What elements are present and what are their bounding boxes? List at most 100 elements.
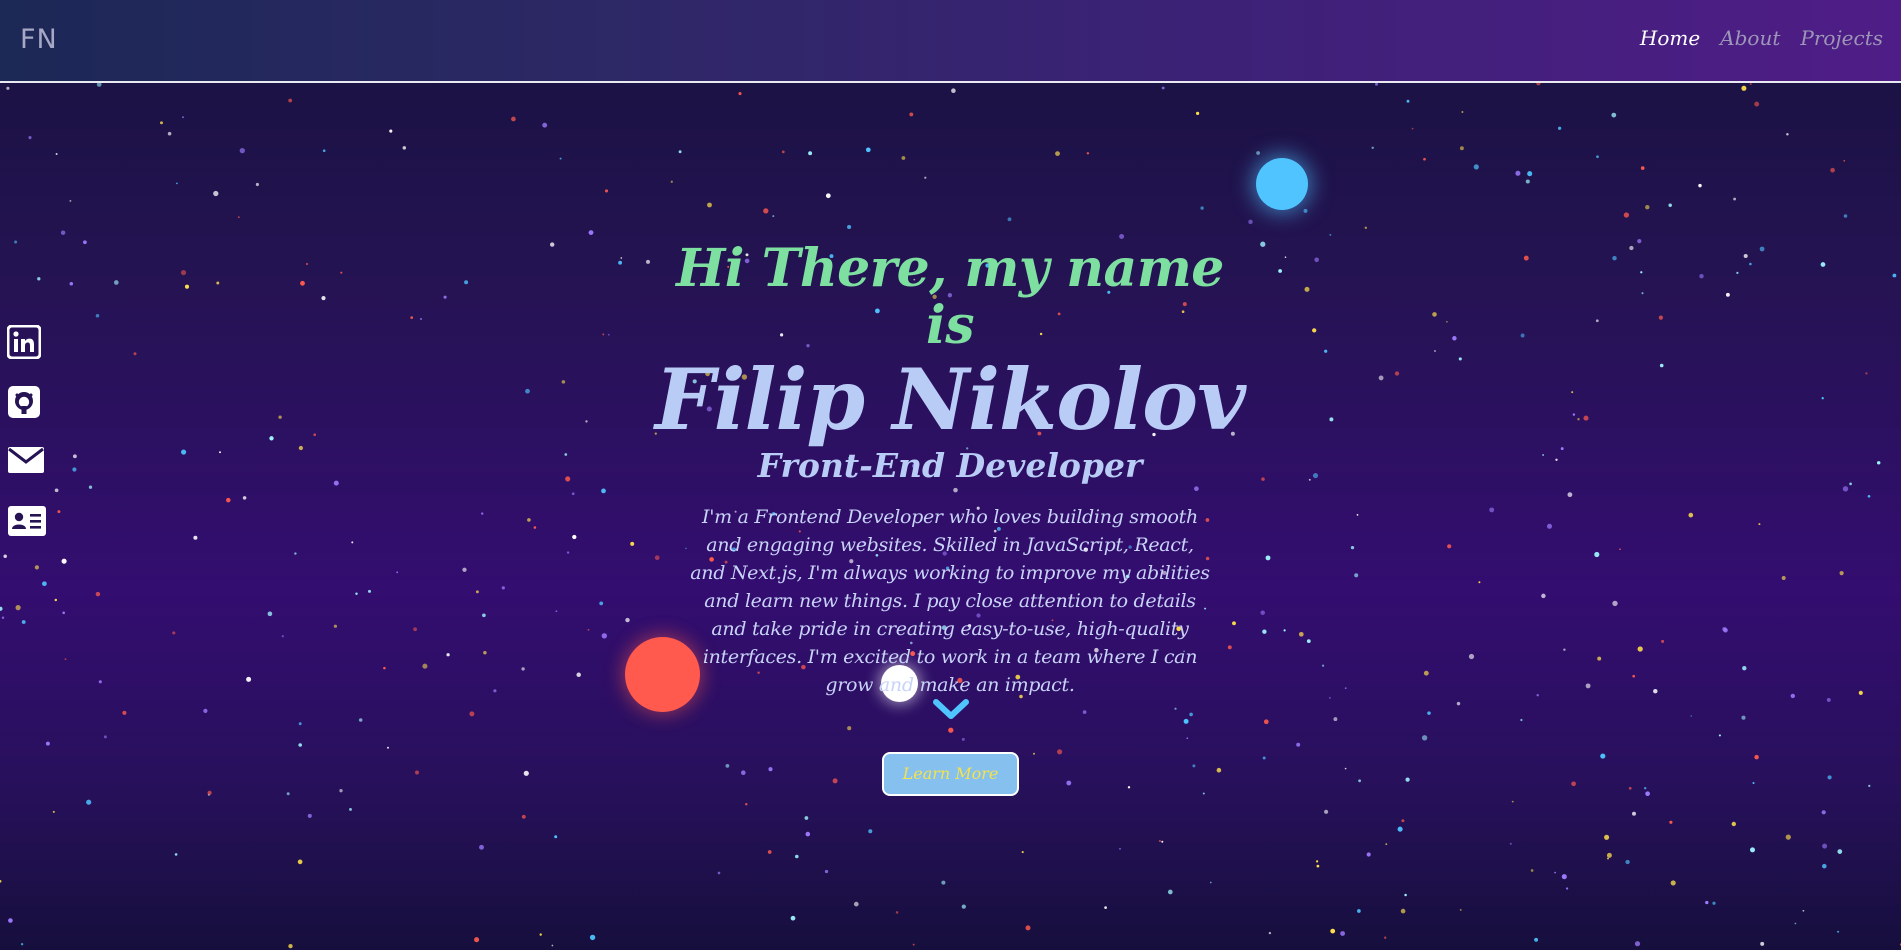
star xyxy=(20,943,24,946)
star xyxy=(278,415,282,419)
star xyxy=(1536,693,1539,697)
star xyxy=(564,453,568,456)
linkedin-icon[interactable] xyxy=(7,325,49,365)
star xyxy=(1597,656,1602,661)
star xyxy=(550,242,555,247)
star xyxy=(172,631,176,635)
star xyxy=(1459,146,1464,151)
star xyxy=(895,911,899,914)
star xyxy=(1822,863,1827,869)
star xyxy=(286,792,290,796)
star xyxy=(1837,930,1840,933)
star xyxy=(1329,233,1332,236)
star xyxy=(1750,847,1755,853)
star xyxy=(1261,477,1265,481)
star xyxy=(804,816,809,820)
star xyxy=(511,116,516,122)
star xyxy=(1640,271,1643,274)
learn-more-button[interactable]: Learn More xyxy=(882,752,1019,796)
star xyxy=(1209,881,1212,884)
star xyxy=(1752,781,1755,785)
star xyxy=(763,208,769,214)
star xyxy=(1461,110,1464,114)
star xyxy=(1830,167,1835,173)
star xyxy=(1384,936,1387,939)
star xyxy=(618,260,623,265)
star xyxy=(239,147,245,154)
star xyxy=(1670,880,1676,886)
star xyxy=(340,271,343,274)
star xyxy=(298,743,303,747)
nav-link-about[interactable]: About xyxy=(1720,26,1780,50)
star xyxy=(571,492,575,496)
star xyxy=(57,510,61,514)
star xyxy=(1658,315,1663,320)
star xyxy=(1712,901,1716,905)
star xyxy=(521,667,525,671)
star xyxy=(14,240,18,244)
star xyxy=(52,810,55,813)
star xyxy=(54,488,59,493)
star xyxy=(15,605,21,611)
star xyxy=(847,726,852,731)
email-icon[interactable] xyxy=(7,445,49,485)
star xyxy=(1785,834,1791,840)
star xyxy=(98,680,102,684)
contact-card-icon[interactable] xyxy=(7,505,49,545)
star xyxy=(1606,852,1612,858)
star xyxy=(601,633,607,639)
star xyxy=(322,149,326,153)
star xyxy=(482,613,486,618)
star xyxy=(1192,764,1196,768)
star xyxy=(1158,839,1161,843)
star xyxy=(69,281,74,286)
star xyxy=(1607,857,1609,860)
star xyxy=(601,488,606,494)
star xyxy=(1572,413,1576,416)
star xyxy=(1350,545,1355,550)
star xyxy=(607,333,610,336)
star xyxy=(176,182,178,185)
star xyxy=(1411,127,1414,130)
star xyxy=(1554,871,1556,874)
star xyxy=(37,277,41,281)
star xyxy=(1561,874,1567,880)
star xyxy=(1786,132,1789,136)
star xyxy=(493,689,497,693)
star xyxy=(1284,256,1287,259)
logo[interactable]: FN xyxy=(20,24,58,55)
star xyxy=(1876,461,1881,465)
star xyxy=(86,799,92,805)
star xyxy=(1637,239,1642,244)
star xyxy=(1802,909,1805,912)
star xyxy=(313,433,317,437)
star xyxy=(1534,937,1539,942)
star xyxy=(1161,86,1165,90)
hero-name: Filip Nikolov xyxy=(654,350,1246,450)
star xyxy=(1174,707,1177,710)
chevron-down-icon[interactable] xyxy=(932,697,970,723)
star xyxy=(1447,544,1452,549)
star xyxy=(122,710,127,715)
star xyxy=(1742,666,1747,671)
star xyxy=(1202,792,1205,795)
github-icon[interactable] xyxy=(7,385,49,425)
star xyxy=(1423,670,1429,676)
star xyxy=(1760,941,1765,946)
nav-link-home[interactable]: Home xyxy=(1640,26,1700,50)
star xyxy=(589,934,596,941)
star xyxy=(772,215,775,218)
nav-link-projects[interactable]: Projects xyxy=(1800,26,1883,50)
star xyxy=(1600,753,1606,759)
star xyxy=(1263,719,1269,725)
star xyxy=(1826,697,1831,702)
star xyxy=(602,333,605,336)
star xyxy=(525,388,530,394)
hero-role: Front-End Developer xyxy=(757,446,1143,486)
star xyxy=(1086,152,1090,155)
star xyxy=(483,650,487,655)
star xyxy=(1583,415,1589,421)
star xyxy=(83,240,87,245)
star xyxy=(351,541,354,544)
star xyxy=(1459,908,1462,911)
